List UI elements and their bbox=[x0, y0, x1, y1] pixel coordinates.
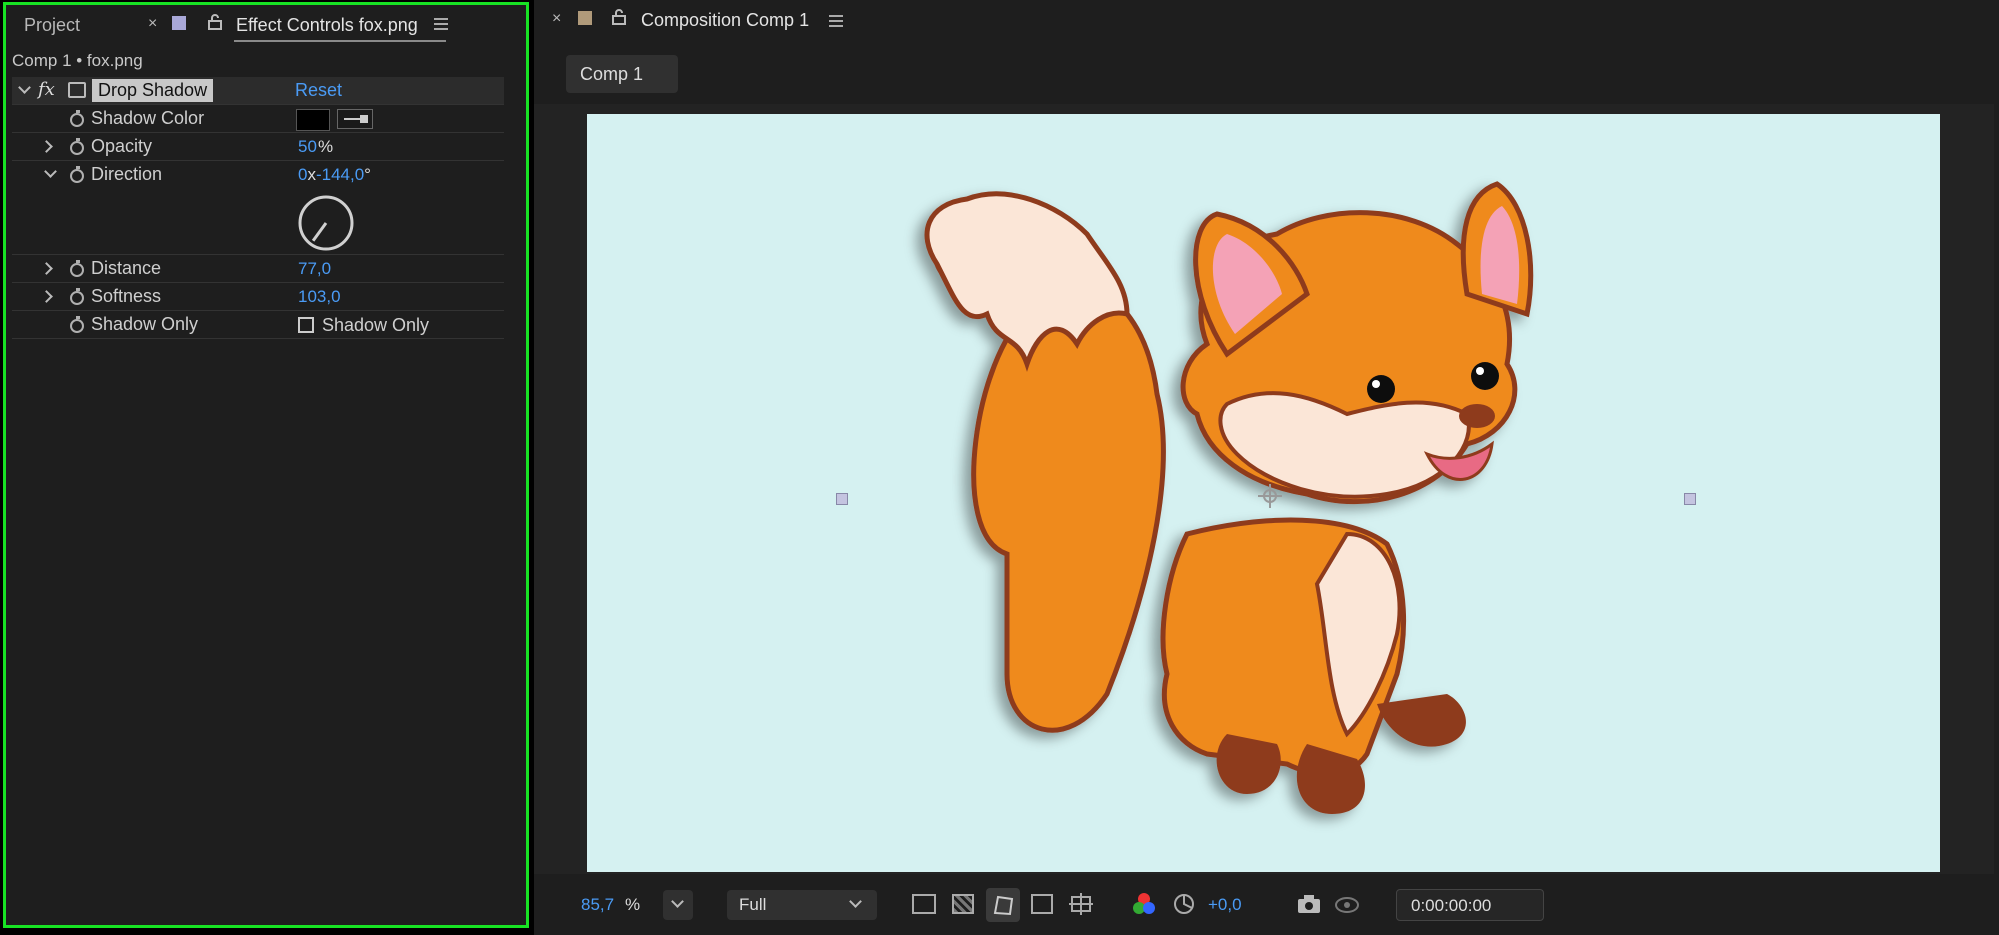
chevron-down-icon[interactable] bbox=[44, 165, 57, 178]
panel-menu-icon[interactable] bbox=[434, 18, 448, 30]
chevron-right-icon[interactable] bbox=[40, 262, 53, 275]
exposure-reset-icon[interactable] bbox=[1172, 892, 1196, 916]
chevron-right-icon[interactable] bbox=[40, 140, 53, 153]
property-row-shadow-color: Shadow Color bbox=[12, 105, 504, 133]
exposure-value[interactable]: +0,0 bbox=[1208, 895, 1242, 915]
lock-icon[interactable] bbox=[610, 8, 628, 26]
color-swatch[interactable] bbox=[296, 109, 330, 131]
chevron-down-icon bbox=[849, 895, 862, 908]
comp-1-button[interactable]: Comp 1 bbox=[566, 55, 678, 93]
label-color-swatch[interactable] bbox=[172, 16, 186, 30]
property-label: Softness bbox=[91, 286, 162, 306]
property-label: Distance bbox=[91, 258, 162, 278]
anchor-point-icon[interactable] bbox=[1258, 484, 1282, 508]
opacity-value[interactable]: 50 bbox=[298, 137, 317, 157]
panel-menu-icon[interactable] bbox=[829, 15, 843, 27]
effect-controls-panel: Project × Effect Controls fox.png Comp 1… bbox=[3, 2, 529, 928]
effect-header-row: fx Drop Shadow Reset bbox=[12, 77, 504, 105]
mask-icon bbox=[993, 895, 1014, 916]
timecode-display[interactable]: 0:00:00:00 bbox=[1396, 889, 1544, 921]
effect-name[interactable]: Drop Shadow bbox=[92, 79, 214, 102]
property-label: Direction bbox=[91, 164, 163, 184]
property-row-shadow-only: Shadow Only Shadow Only bbox=[12, 311, 504, 339]
stopwatch-icon[interactable] bbox=[70, 316, 84, 333]
stopwatch-icon[interactable] bbox=[70, 166, 84, 183]
tab-composition[interactable]: Composition Comp 1 bbox=[641, 10, 809, 31]
preset-icon[interactable] bbox=[68, 82, 86, 98]
opacity-unit: % bbox=[318, 137, 334, 156]
dial-needle bbox=[311, 222, 328, 242]
transparency-grid-icon[interactable] bbox=[952, 894, 974, 914]
lock-icon[interactable] bbox=[206, 13, 224, 31]
property-row-distance: Distance 77,0 bbox=[12, 255, 504, 283]
checkbox-label: Shadow Only bbox=[322, 315, 430, 335]
property-label: Shadow Only bbox=[91, 314, 199, 334]
reset-link[interactable]: Reset bbox=[295, 80, 342, 101]
zoom-value[interactable]: 85,7 bbox=[581, 895, 614, 915]
shadow-only-checkbox[interactable] bbox=[298, 317, 314, 333]
resolution-dropdown[interactable]: Full bbox=[727, 890, 877, 920]
close-icon[interactable]: × bbox=[552, 10, 561, 28]
transform-handle-right[interactable] bbox=[1684, 493, 1696, 505]
tab-project[interactable]: Project bbox=[24, 15, 80, 36]
composition-panel: × Composition Comp 1 Comp 1 85,7 % Full … bbox=[534, 0, 1999, 935]
close-icon[interactable]: × bbox=[148, 15, 157, 33]
property-row-direction: Direction 0x-144,0° bbox=[12, 161, 504, 255]
zoom-unit: % bbox=[625, 895, 641, 914]
zoom-dropdown-button[interactable] bbox=[663, 890, 693, 920]
label-color-swatch[interactable] bbox=[578, 11, 592, 25]
fast-previews-icon[interactable] bbox=[912, 894, 936, 914]
softness-value[interactable]: 103,0 bbox=[298, 287, 341, 307]
chevron-down-icon[interactable] bbox=[18, 81, 31, 94]
viewer-toolbar: 85,7 % Full +0,0 0:00:00:00 bbox=[534, 882, 1999, 928]
chevron-right-icon[interactable] bbox=[40, 290, 53, 303]
breadcrumb: Comp 1 • fox.png bbox=[12, 51, 143, 70]
property-label: Opacity bbox=[91, 136, 153, 156]
tab-effect-controls[interactable]: Effect Controls fox.png bbox=[236, 15, 418, 36]
grid-guides-icon[interactable] bbox=[1069, 892, 1093, 916]
property-label: Shadow Color bbox=[91, 108, 205, 128]
stopwatch-icon[interactable] bbox=[70, 288, 84, 305]
color-channels-icon[interactable] bbox=[1132, 892, 1156, 916]
stopwatch-icon[interactable] bbox=[70, 138, 84, 155]
fx-icon[interactable]: fx bbox=[38, 79, 55, 100]
mask-visibility-button[interactable] bbox=[986, 888, 1020, 922]
property-row-softness: Softness 103,0 bbox=[12, 283, 504, 311]
stopwatch-icon[interactable] bbox=[70, 110, 84, 127]
active-tab-underline bbox=[234, 40, 446, 42]
chevron-down-icon bbox=[671, 895, 684, 908]
eyedropper-icon[interactable] bbox=[337, 109, 373, 129]
direction-value[interactable]: 0x-144,0° bbox=[298, 165, 371, 185]
region-of-interest-icon[interactable] bbox=[1031, 894, 1053, 914]
direction-dial[interactable] bbox=[296, 193, 356, 253]
show-snapshot-icon[interactable] bbox=[1334, 892, 1360, 916]
distance-value[interactable]: 77,0 bbox=[298, 259, 331, 279]
camera-snapshot-icon[interactable] bbox=[1296, 892, 1322, 916]
property-row-opacity: Opacity 50 % bbox=[12, 133, 504, 161]
transform-handle-left[interactable] bbox=[836, 493, 848, 505]
stopwatch-icon[interactable] bbox=[70, 260, 84, 277]
